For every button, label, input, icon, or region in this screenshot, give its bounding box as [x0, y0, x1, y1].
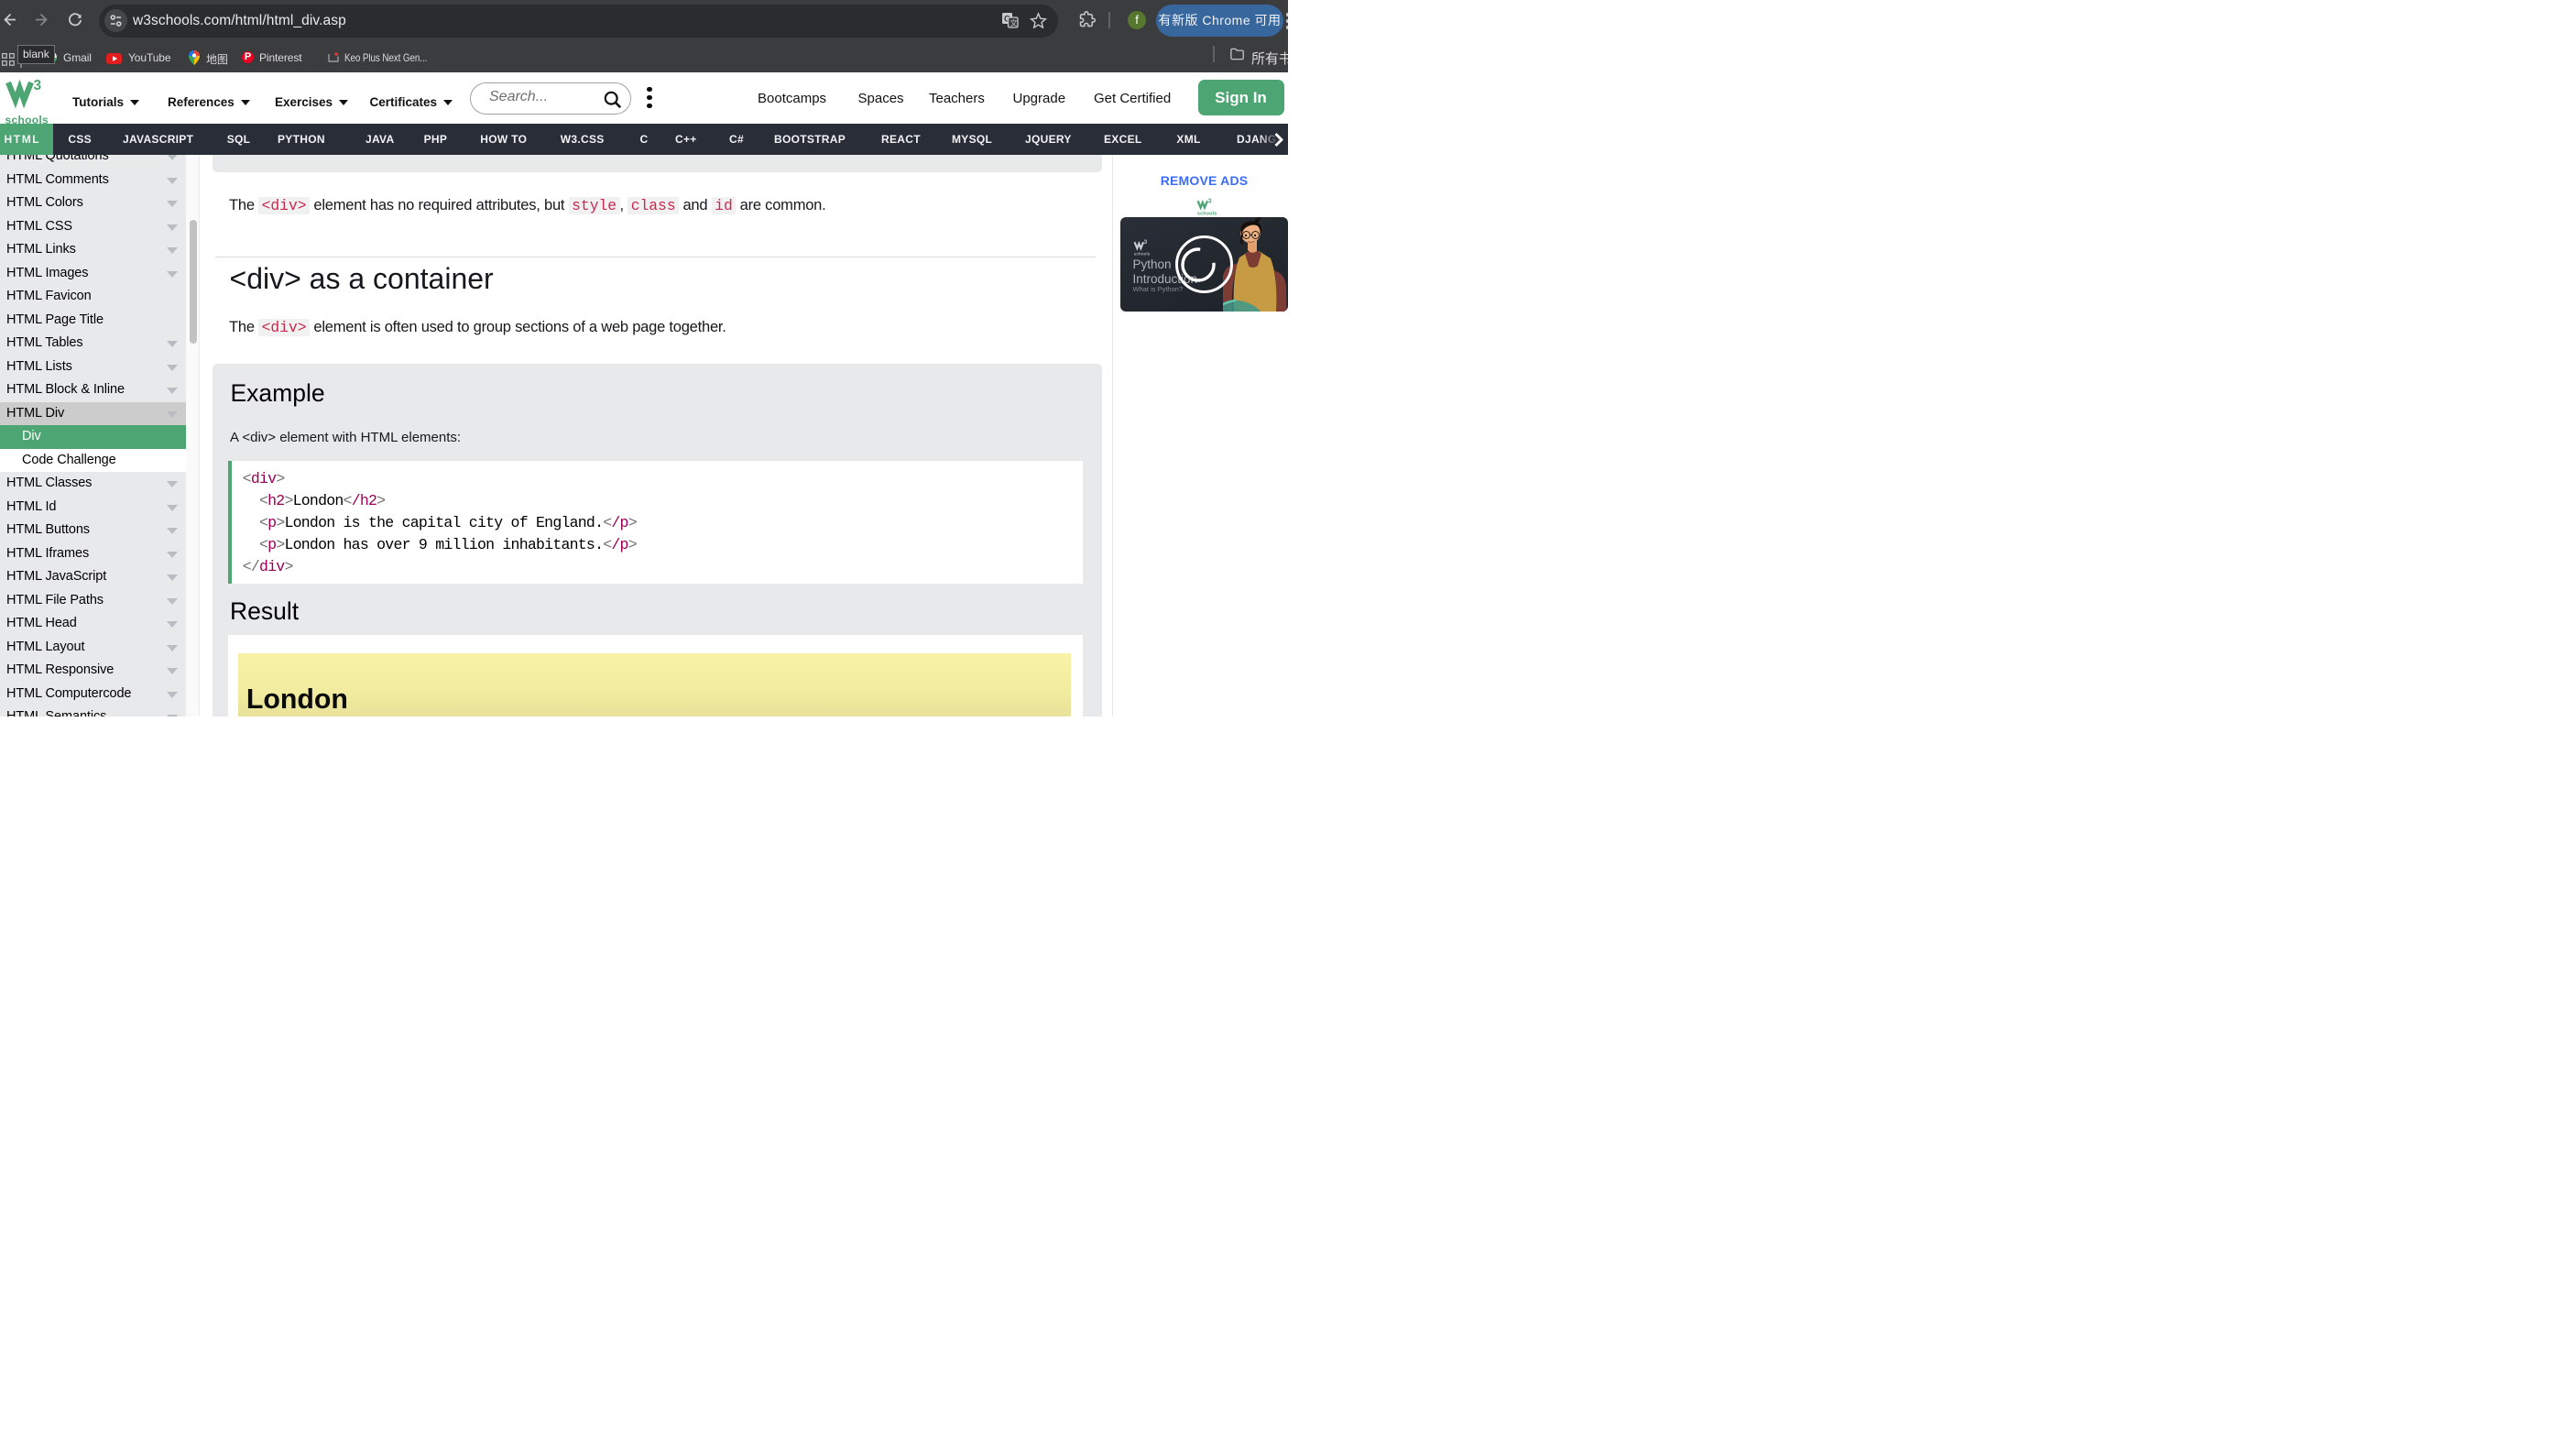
svg-text:3: 3 [1143, 240, 1147, 246]
svg-text:文: 文 [1010, 18, 1018, 27]
svg-text:schools: schools [1133, 252, 1150, 257]
svg-text:3: 3 [1207, 198, 1211, 204]
svg-text:3: 3 [34, 79, 42, 93]
svg-text:schools: schools [1197, 212, 1217, 216]
